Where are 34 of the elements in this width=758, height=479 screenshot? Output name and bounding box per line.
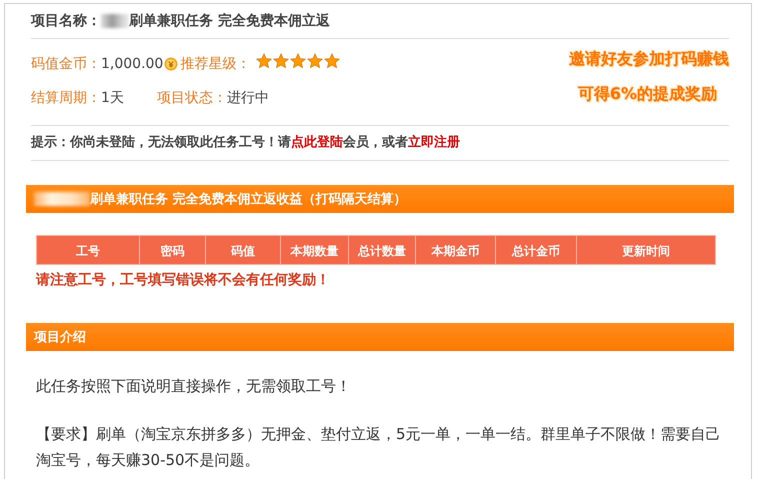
status-value: 进行中 (227, 89, 269, 107)
column-header: 工号 (36, 235, 140, 265)
column-header: 密码 (139, 235, 206, 265)
project-name: 刷单兼职任务 完全免费本佣立返 (129, 12, 330, 30)
star-icon (307, 53, 324, 69)
tip-text: 会员，或者 (343, 135, 408, 150)
period-label: 结算周期： (31, 89, 101, 107)
section-title: 项目介绍 (34, 329, 86, 346)
section-title: 刷单兼职任务 完全免费本佣立返收益（打码隔天结算） (90, 190, 407, 208)
promo-text: 邀请好友参加打码赚钱 (569, 49, 729, 70)
star-icon (324, 53, 340, 69)
column-header: 更新时间 (576, 235, 716, 265)
promo-text: 可得6%的提成奖励 (578, 84, 717, 105)
link[interactable]: 点此登陆 (291, 135, 343, 150)
link[interactable]: 立即注册 (408, 135, 460, 150)
star-icon (256, 53, 272, 69)
column-header: 码值 (205, 235, 281, 265)
warning-text: 请注意工号，工号填写错误将不会有任何奖励！ (36, 271, 331, 289)
coin-value: 1,000.00 (101, 56, 164, 72)
rating-label: 推荐星级： (180, 55, 250, 73)
coin-icon (164, 57, 178, 71)
star-icon (290, 53, 306, 69)
column-header: 本期金币 (415, 235, 496, 265)
column-header: 总计数量 (348, 235, 416, 265)
status-label: 项目状态： (157, 89, 227, 107)
paragraph: 此任务按照下面说明直接操作，无需领取工号！ (36, 376, 352, 397)
star-icon (273, 53, 290, 69)
project-name-label: 项目名称： (31, 12, 101, 30)
tip-text: 提示：你尚未登陆，无法领取此任务工号！请 (31, 135, 291, 150)
column-header: 总计金币 (495, 235, 577, 265)
paragraph: 【要求】刷单（淘宝京东拼多多）无押金、垫付立返，5元一单，一单一结。群里单子不限做！需要自己淘宝号，每天赚30-50不是问题。 (36, 424, 722, 471)
coin-value-label: 码值金币： (31, 55, 101, 73)
column-header: 本期数量 (280, 235, 349, 265)
period-value: 1天 (101, 89, 125, 107)
